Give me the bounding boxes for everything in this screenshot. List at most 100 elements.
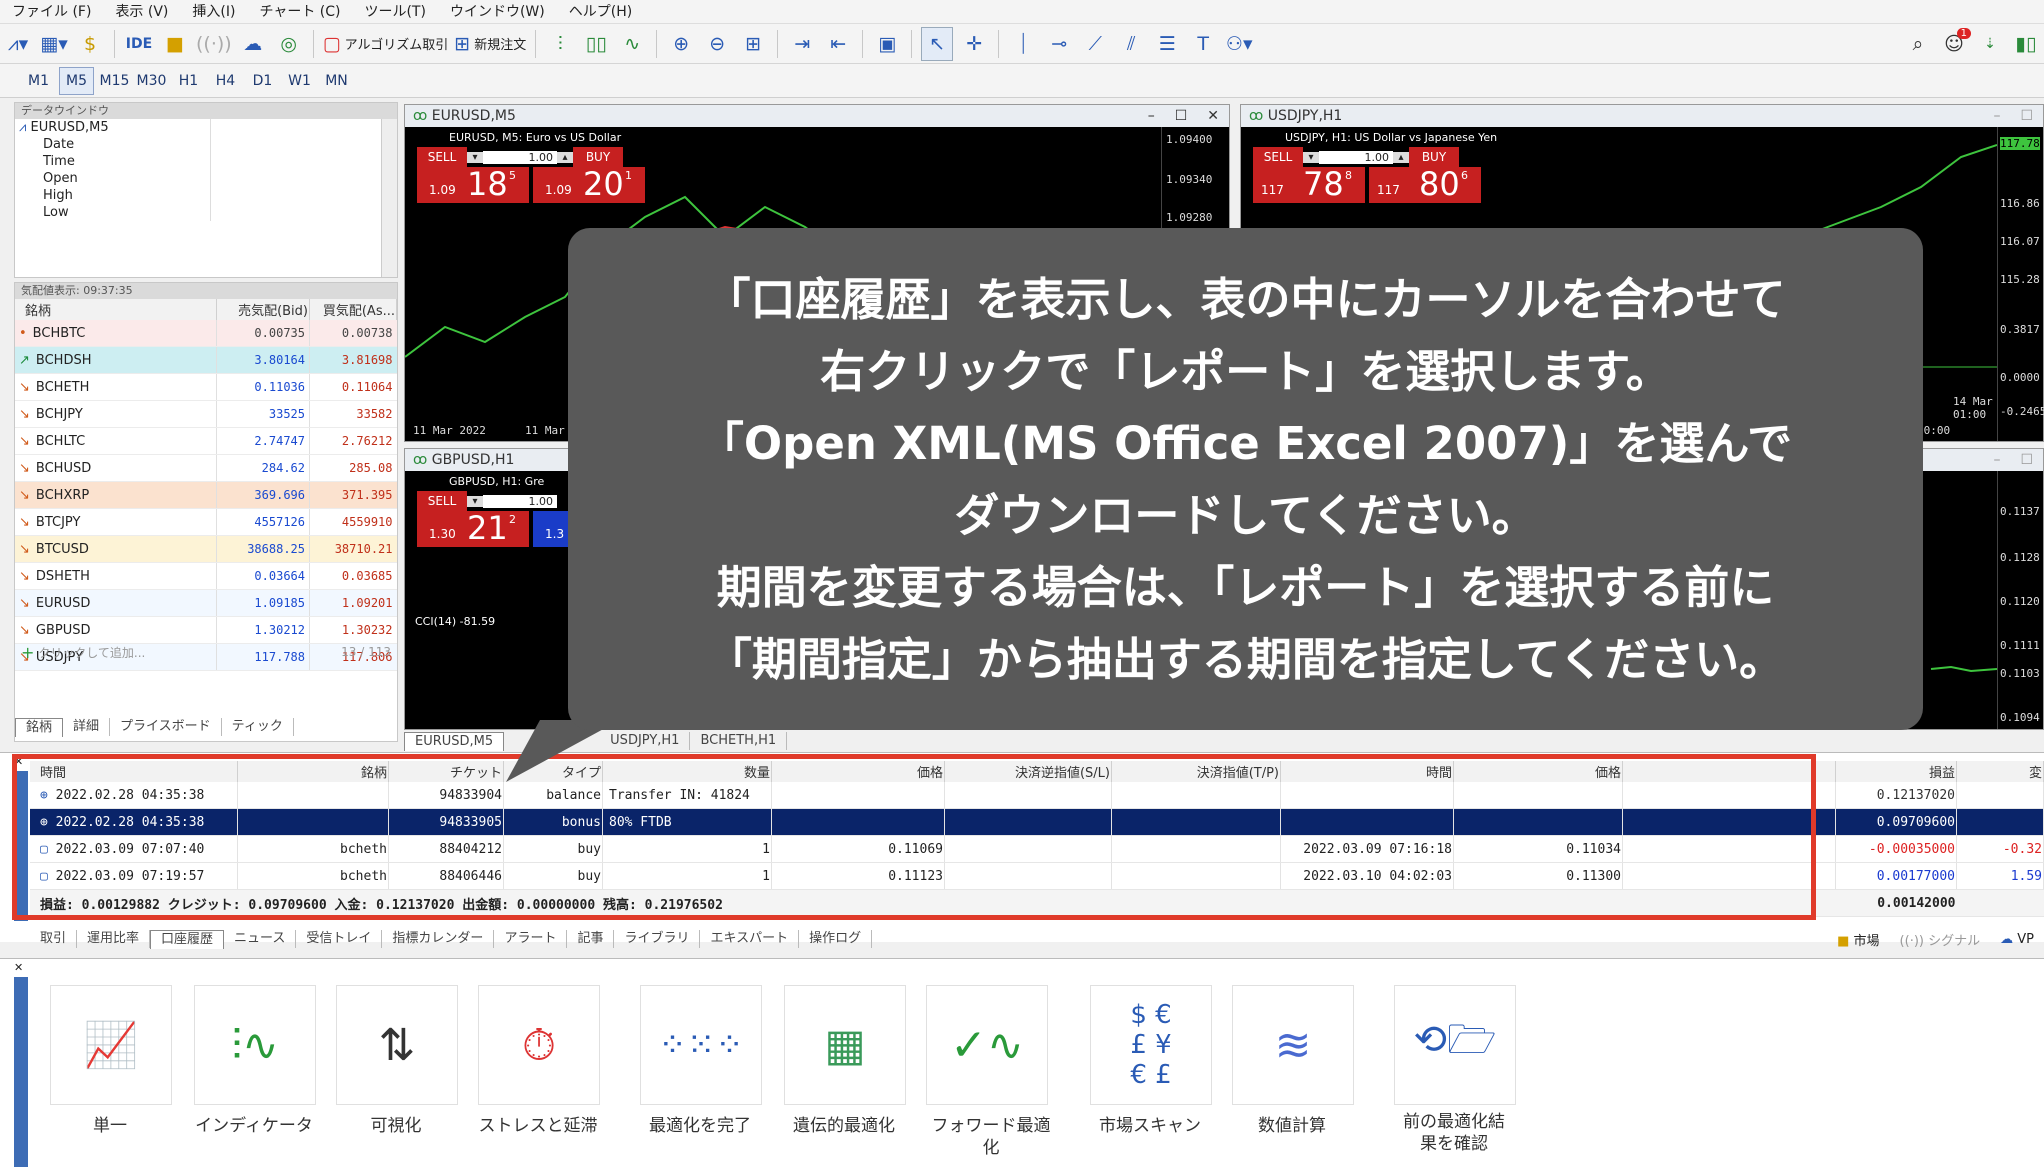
terminal-tab-mailbox[interactable]: 受信トレイ <box>296 930 383 948</box>
tab-details[interactable]: 詳細 <box>63 718 111 736</box>
market-watch-row[interactable]: ↘ BCHLTC 2.74747 2.76212 <box>15 427 397 455</box>
timeframe-w1[interactable]: W1 <box>283 68 316 94</box>
add-symbol-row[interactable]: + クリックして追加... 13 / 113 <box>15 640 397 664</box>
terminal-tab-exposure[interactable]: 運用比率 <box>77 930 151 948</box>
sell-price-gbpusd[interactable]: 1.30 21 2 <box>417 509 529 547</box>
market-watch-row[interactable]: ↘ BTCJPY 4557126 4559910 <box>15 508 397 536</box>
menu-help[interactable]: ヘルプ(H) <box>557 0 644 24</box>
tester-tile-genetic[interactable]: ▦ 遺伝的最適化 <box>784 985 906 1137</box>
vertical-line-icon[interactable]: ⏐ <box>1008 28 1038 60</box>
screenshot-icon[interactable]: ▣ <box>872 28 902 60</box>
timeframe-m30[interactable]: M30 <box>135 68 168 94</box>
chart-tab-bcheth[interactable]: BCHETH,H1 <box>690 732 788 750</box>
menu-chart[interactable]: チャート (C) <box>247 0 352 24</box>
minimize-icon[interactable]: – <box>1138 105 1165 127</box>
minimize-icon[interactable]: – <box>1983 105 2010 127</box>
algo-trading-button[interactable]: ▢ アルゴリズム取引 <box>323 28 449 60</box>
sell-label-eurusd[interactable]: SELL <box>417 147 467 167</box>
maximize-icon[interactable]: ☐ <box>1165 105 1198 127</box>
candle-chart-icon[interactable]: ▯▯ <box>581 28 611 60</box>
lot-input-gbpusd[interactable]: 1.00 <box>483 494 557 508</box>
buy-price-usdjpy[interactable]: 117 80 6 <box>1369 165 1481 203</box>
fibonacci-icon[interactable]: ☰ <box>1152 28 1182 60</box>
terminal-tab-experts[interactable]: エキスパート <box>700 930 800 948</box>
lot-up-icon[interactable]: ▴ <box>1393 151 1409 163</box>
tester-close-icon[interactable]: ✕ <box>14 961 23 974</box>
notification-icon[interactable]: ☺ 1 <box>1939 27 1971 60</box>
sell-label-gbpusd[interactable]: SELL <box>417 491 467 511</box>
market-watch-row[interactable]: ↗ BCHDSH 3.80164 3.81698 <box>15 346 397 374</box>
sell-price-usdjpy[interactable]: 117 78 8 <box>1253 165 1365 203</box>
line-chart-icon[interactable]: ∿ <box>617 28 647 60</box>
menu-window[interactable]: ウインドウ(W) <box>438 0 557 24</box>
tile-windows-icon[interactable]: ⊞ <box>738 28 768 60</box>
market-watch-row[interactable]: ↘ BCHJPY 33525 33582 <box>15 400 397 428</box>
tester-tile-previous-results[interactable]: ⟲🗁 前の最適化結 果を確認 <box>1394 985 1516 1155</box>
bag-icon[interactable]: ■ <box>160 28 190 60</box>
terminal-tab-calendar[interactable]: 指標カレンダー <box>382 930 495 948</box>
buy-label-eurusd[interactable]: BUY <box>573 147 623 167</box>
buy-label-usdjpy[interactable]: BUY <box>1409 147 1459 167</box>
tab-ticks[interactable]: ティック <box>222 718 294 736</box>
menu-insert[interactable]: 挿入(I) <box>180 0 247 24</box>
new-chart-icon[interactable]: ⩘▾ <box>3 28 33 60</box>
tester-tile-market-scan[interactable]: $ € £ ¥ € £ 市場スキャン <box>1090 985 1212 1137</box>
market-watch-row[interactable]: ↘ DSHETH 0.03664 0.03685 <box>15 562 397 590</box>
market-watch-row[interactable]: ↘ BCHXRP 369.696 371.395 <box>15 481 397 509</box>
search-icon[interactable]: ⌕ <box>1903 28 1933 60</box>
trend-line-icon[interactable]: ⟋ <box>1080 28 1110 60</box>
menu-view[interactable]: 表示 (V) <box>103 0 180 24</box>
lot-dropdown-icon[interactable]: ▾ <box>467 495 483 507</box>
cursor-icon[interactable]: ↖ <box>921 26 954 61</box>
market-watch-row[interactable]: ↘ BCHUSD 284.62 285.08 <box>15 454 397 482</box>
tester-tile-stress[interactable]: ⏱ ストレスと延滞 <box>478 985 600 1137</box>
lot-dropdown-icon[interactable]: ▾ <box>1303 151 1319 163</box>
menu-file[interactable]: ファイル (F) <box>0 0 103 24</box>
terminal-tab-trade[interactable]: 取引 <box>30 930 78 948</box>
terminal-tab-alerts[interactable]: アラート <box>494 930 568 948</box>
cloud-icon[interactable]: ☁ <box>238 28 268 60</box>
tab-priceboard[interactable]: プライスボード <box>110 718 222 736</box>
timeframe-m15[interactable]: M15 <box>98 68 131 94</box>
market-link[interactable]: ■ 市場 <box>1827 930 1889 949</box>
sell-price-eurusd[interactable]: 1.09 18 5 <box>417 165 529 203</box>
lot-dropdown-icon[interactable]: ▾ <box>467 151 483 163</box>
maximize-icon[interactable]: ☐ <box>2010 449 2043 471</box>
timeframe-h4[interactable]: H4 <box>209 68 242 94</box>
channel-icon[interactable]: ⫽ <box>1116 28 1146 60</box>
dollar-icon[interactable]: $ <box>75 28 105 60</box>
tab-symbols[interactable]: 銘柄 <box>15 717 64 737</box>
tester-tile-forward[interactable]: ✓∿ フォワード最適化 <box>926 985 1056 1159</box>
minimize-icon[interactable]: – <box>1983 449 2010 471</box>
vps-link[interactable]: ☁ VP <box>1990 932 2044 947</box>
sell-label-usdjpy[interactable]: SELL <box>1253 147 1303 167</box>
timeframe-h1[interactable]: H1 <box>172 68 205 94</box>
level-icon[interactable]: ⇣ <box>1975 28 2005 60</box>
buy-price-eurusd[interactable]: 1.09 20 1 <box>533 165 645 203</box>
close-icon[interactable]: ✕ <box>1197 105 1229 127</box>
timeframe-mn[interactable]: MN <box>320 68 353 94</box>
lot-input-eurusd[interactable]: 1.00 <box>483 150 557 164</box>
zoom-in-icon[interactable]: ⊕ <box>666 28 696 60</box>
terminal-tab-news[interactable]: ニュース <box>224 930 297 948</box>
market-watch-row[interactable]: ↘ BTCUSD 38688.25 38710.21 <box>15 535 397 563</box>
crosshair-icon[interactable]: ✛ <box>959 28 989 60</box>
lot-input-usdjpy[interactable]: 1.00 <box>1319 150 1393 164</box>
chart-template-icon[interactable]: ▦▾ <box>39 28 69 60</box>
terminal-tab-journal[interactable]: 操作ログ <box>799 930 873 948</box>
market-watch-row[interactable]: ↘ EURUSD 1.09185 1.09201 <box>15 589 397 617</box>
terminal-tab-library[interactable]: ライブラリ <box>614 930 701 948</box>
timeframe-d1[interactable]: D1 <box>246 68 279 94</box>
maximize-icon[interactable]: ☐ <box>2010 105 2043 127</box>
tester-tile-indicator[interactable]: ⫶∿ インディケータ <box>194 985 316 1137</box>
data-window-scrollbar[interactable] <box>381 119 397 277</box>
zoom-out-icon[interactable]: ⊖ <box>702 28 732 60</box>
auto-scroll-icon[interactable]: ⇥ <box>787 28 817 60</box>
lot-up-icon[interactable]: ▴ <box>557 151 573 163</box>
chart-tab-eurusd[interactable]: EURUSD,M5 <box>404 731 505 751</box>
market-watch-row[interactable]: • BCHBTC 0.00735 0.00738 <box>15 320 397 347</box>
terminal-tab-articles[interactable]: 記事 <box>567 930 615 948</box>
ide-button[interactable]: IDE <box>124 28 154 60</box>
horizontal-line-icon[interactable]: ⊸ <box>1044 28 1074 60</box>
terminal-tab-history[interactable]: 口座履歴 <box>150 929 225 949</box>
